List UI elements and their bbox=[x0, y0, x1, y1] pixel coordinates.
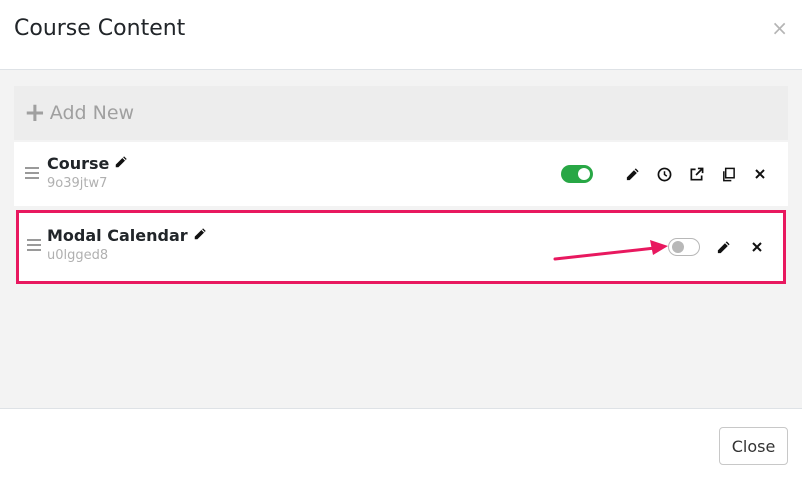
item-code: 9o39jtw7 bbox=[47, 176, 108, 191]
plus-icon: + bbox=[24, 98, 46, 128]
course-content-modal: Course Content × + Add New Course 9o39jt… bbox=[0, 0, 802, 480]
item-name: Modal Calendar bbox=[47, 226, 188, 245]
edit-name-pencil-icon[interactable] bbox=[114, 154, 128, 173]
item-actions bbox=[668, 213, 765, 281]
modal-header: Course Content × bbox=[0, 0, 802, 70]
external-link-icon[interactable] bbox=[688, 166, 704, 182]
pencil-icon[interactable] bbox=[624, 166, 640, 182]
add-new-button[interactable]: + Add New bbox=[14, 86, 788, 140]
clock-icon[interactable] bbox=[656, 166, 672, 182]
pencil-icon[interactable] bbox=[715, 239, 731, 255]
enabled-toggle[interactable] bbox=[561, 165, 593, 183]
close-button[interactable]: Close bbox=[719, 427, 788, 465]
drag-handle-icon[interactable] bbox=[27, 239, 41, 251]
content-item-row: Course 9o39jtw7 bbox=[14, 142, 788, 206]
close-icon[interactable] bbox=[752, 166, 768, 182]
drag-handle-icon[interactable] bbox=[25, 167, 39, 179]
item-name: Course bbox=[47, 154, 110, 173]
item-code: u0lgged8 bbox=[47, 248, 109, 263]
modal-close-icon[interactable]: × bbox=[771, 17, 788, 39]
content-item-row-highlighted: Modal Calendar u0lgged8 bbox=[16, 210, 786, 284]
modal-body: + Add New Course 9o39jtw7 Modal Calendar… bbox=[0, 70, 802, 408]
close-icon[interactable] bbox=[749, 239, 765, 255]
enabled-toggle[interactable] bbox=[668, 238, 700, 256]
copy-icon[interactable] bbox=[720, 166, 736, 182]
add-new-label: Add New bbox=[49, 102, 135, 124]
item-actions bbox=[561, 142, 768, 206]
modal-title: Course Content bbox=[14, 16, 186, 41]
edit-name-pencil-icon[interactable] bbox=[193, 226, 207, 245]
modal-footer: Close bbox=[0, 408, 802, 480]
